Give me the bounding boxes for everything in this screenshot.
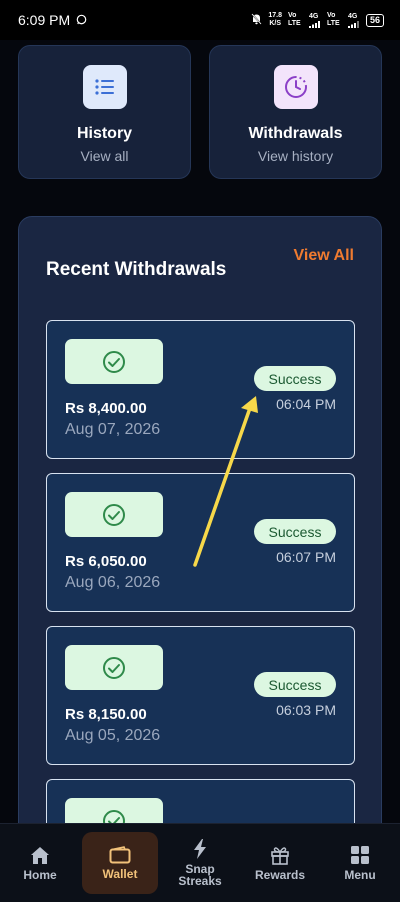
- net-speed-value: 17.8: [268, 12, 282, 19]
- status-left: 6:09 PM: [18, 12, 87, 28]
- history-subtitle: View all: [80, 148, 129, 164]
- whatsapp-icon: [76, 12, 87, 28]
- check-circle-icon: [65, 645, 163, 690]
- withdrawal-item[interactable]: Rs 6,050.00 Aug 06, 2026 Success 06:07 P…: [46, 473, 355, 612]
- nav-rewards-label: Rewards: [254, 868, 306, 882]
- check-circle-icon: [65, 492, 163, 537]
- recent-withdrawals-panel: Recent Withdrawals View All Rs 8,400.00 …: [18, 216, 382, 823]
- net-speed-unit: K/S: [269, 20, 281, 27]
- nav-rewards[interactable]: Rewards: [242, 832, 318, 894]
- nav-snap-streaks[interactable]: Snap Streaks: [162, 832, 238, 894]
- nav-menu[interactable]: Menu: [322, 832, 398, 894]
- check-circle-icon: [65, 798, 163, 823]
- status-badge: Success: [254, 519, 336, 544]
- nav-home-label: Home: [23, 867, 57, 882]
- withdrawal-date: Aug 07, 2026: [65, 421, 161, 438]
- sim2-network: 4G: [347, 12, 360, 28]
- withdrawals-title: Withdrawals: [248, 125, 343, 142]
- sim1-volte: Vo LTE: [287, 12, 301, 27]
- gift-icon: [271, 847, 289, 865]
- check-circle-icon: [65, 339, 163, 384]
- recent-withdrawals-title: Recent Withdrawals: [46, 259, 227, 280]
- withdrawals-subtitle: View history: [257, 148, 334, 164]
- withdrawal-date: Aug 05, 2026: [65, 727, 161, 744]
- signal-icon: [308, 20, 320, 28]
- history-card[interactable]: History View all: [18, 45, 191, 179]
- mute-icon: [251, 13, 262, 27]
- nav-menu-label: Menu: [344, 868, 376, 882]
- withdrawal-time: 06:07 PM: [276, 549, 336, 565]
- sim1-net-label: 4G: [308, 12, 319, 20]
- view-all-link[interactable]: View All: [294, 247, 354, 265]
- status-bar: 6:09 PM 17.8 K/S Vo LTE 4G Vo LTE 4G 56: [0, 0, 400, 40]
- withdrawal-item[interactable]: Rs 8,150.00 Aug 05, 2026 Success 06:03 P…: [46, 626, 355, 765]
- clock-icon: [273, 65, 318, 109]
- status-badge: Success: [254, 366, 336, 391]
- status-badge: Success: [254, 672, 336, 697]
- status-time: 6:09 PM: [18, 12, 71, 28]
- grid-icon: [351, 846, 369, 864]
- bottom-nav: Home Wallet Snap Streaks Rewards Menu: [0, 823, 400, 902]
- wallet-scroll-area[interactable]: History View all Withdrawals View histor…: [0, 40, 400, 823]
- withdrawal-time: 06:04 PM: [276, 396, 336, 412]
- history-title: History: [76, 125, 133, 142]
- nav-home[interactable]: Home: [2, 832, 78, 894]
- status-right: 17.8 K/S Vo LTE 4G Vo LTE 4G 56: [251, 12, 384, 28]
- withdrawal-amount: Rs 8,400.00: [65, 400, 147, 417]
- nav-snap-streaks-label: Snap Streaks: [178, 862, 222, 888]
- nav-wallet[interactable]: Wallet: [82, 832, 158, 894]
- withdrawal-amount: Rs 8,150.00: [65, 706, 147, 723]
- withdrawal-item-partial[interactable]: [46, 779, 355, 823]
- withdrawals-card[interactable]: Withdrawals View history: [209, 45, 382, 179]
- withdrawal-item[interactable]: Rs 8,400.00 Aug 07, 2026 Success 06:04 P…: [46, 320, 355, 459]
- withdrawal-time: 06:03 PM: [276, 702, 336, 718]
- list-icon: [82, 65, 127, 109]
- sim2-net-label: 4G: [347, 12, 358, 20]
- wallet-icon: [109, 846, 131, 864]
- battery-indicator: 56: [365, 13, 384, 27]
- nav-wallet-label: Wallet: [102, 867, 138, 881]
- sim2-volte: Vo LTE: [326, 12, 340, 27]
- withdrawal-date: Aug 06, 2026: [65, 574, 161, 591]
- withdrawal-amount: Rs 6,050.00: [65, 553, 147, 570]
- home-icon: [31, 846, 49, 864]
- sim1-network: 4G: [308, 12, 321, 28]
- signal-icon: [347, 20, 359, 28]
- lightning-icon: [194, 839, 206, 859]
- net-speed: 17.8 K/S: [268, 12, 282, 28]
